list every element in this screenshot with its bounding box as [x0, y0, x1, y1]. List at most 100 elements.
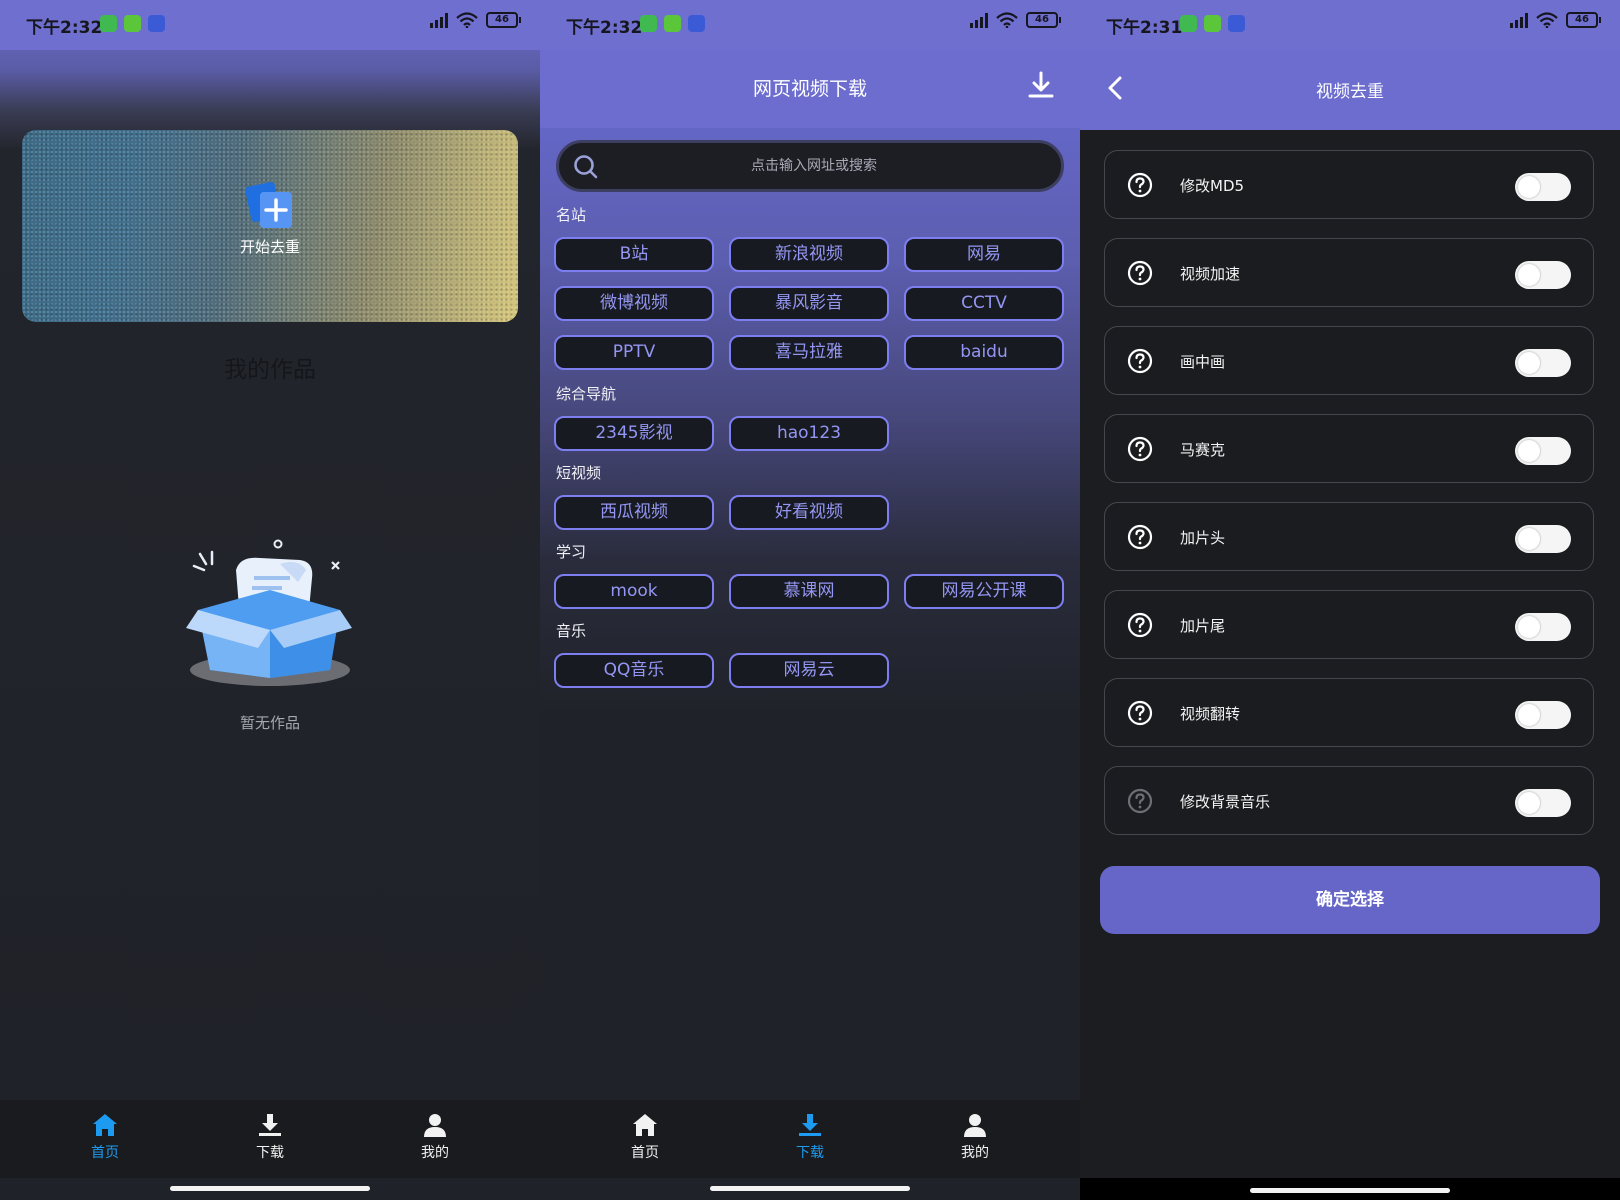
section-title: 名站 [556, 206, 587, 224]
nav-download-label: 下载 [256, 1145, 284, 1161]
site-chip[interactable]: hao123 [729, 416, 889, 451]
site-chip[interactable]: B站 [554, 237, 714, 272]
site-chip[interactable]: 喜马拉雅 [729, 335, 889, 370]
site-chip[interactable]: 慕课网 [729, 574, 889, 609]
nav-me-label: 我的 [421, 1145, 449, 1161]
video-dedup-screen: 下午2:31 46 视频去重 确定选择 修改MD5 视频加速 画中画 马赛克 加片头 加片… [1080, 0, 1620, 1200]
empty-works-text: 暂无作品 [239, 714, 300, 732]
wifi-icon [456, 12, 478, 28]
help-icon[interactable] [1127, 612, 1153, 638]
option-label: 加片头 [1180, 529, 1226, 547]
url-search-input[interactable] [619, 143, 1009, 189]
section-title: 音乐 [556, 622, 587, 640]
option-toggle[interactable] [1515, 437, 1571, 465]
site-chip[interactable]: 网易公开课 [904, 574, 1064, 609]
search-icon [574, 155, 598, 179]
help-icon[interactable] [1127, 260, 1153, 286]
status-time: 下午2:32 [26, 18, 103, 38]
home-indicator[interactable] [170, 1186, 370, 1191]
shield-notification-icon [148, 15, 165, 32]
app-notification-icon [100, 15, 117, 32]
dedup-option-row: 视频翻转 [1104, 678, 1594, 747]
nav-home[interactable]: 首页 [60, 1112, 150, 1162]
download-notification-icon [124, 15, 141, 32]
page-title: 网页视频下载 [752, 78, 867, 100]
dedup-option-row: 加片头 [1104, 502, 1594, 571]
user-icon [964, 1114, 986, 1137]
option-toggle[interactable] [1515, 173, 1571, 201]
wifi-icon [1536, 12, 1558, 28]
option-toggle[interactable] [1515, 613, 1571, 641]
download-icon [799, 1114, 821, 1136]
option-label: 视频翻转 [1180, 705, 1241, 723]
site-chip[interactable]: 网易云 [729, 653, 889, 688]
section-title: 短视频 [556, 464, 602, 482]
app-notification-icon [1180, 15, 1197, 32]
nav-home-label: 首页 [91, 1145, 119, 1161]
option-toggle[interactable] [1515, 525, 1571, 553]
nav-home[interactable]: 首页 [600, 1112, 690, 1162]
site-chip[interactable]: CCTV [904, 286, 1064, 321]
bottom-nav: 首页 下载 我的 [540, 1100, 1080, 1178]
app-notification-icon [640, 15, 657, 32]
option-toggle[interactable] [1515, 349, 1571, 377]
status-time: 下午2:31 [1106, 18, 1183, 38]
battery-icon: 46 [486, 12, 521, 28]
option-label: 修改背景音乐 [1180, 793, 1271, 811]
site-chip[interactable]: QQ音乐 [554, 653, 714, 688]
nav-download[interactable]: 下载 [225, 1112, 315, 1162]
site-chip[interactable]: mook [554, 574, 714, 609]
site-chip[interactable]: 网易 [904, 237, 1064, 272]
option-label: 马赛克 [1180, 441, 1226, 459]
site-chip[interactable]: 新浪视频 [729, 237, 889, 272]
site-chip[interactable]: 西瓜视频 [554, 495, 714, 530]
help-icon[interactable] [1127, 436, 1153, 462]
download-notification-icon [1204, 15, 1221, 32]
site-chip[interactable]: 微博视频 [554, 286, 714, 321]
nav-me[interactable]: 我的 [930, 1112, 1020, 1162]
status-bar: 下午2:32 46 [0, 0, 540, 50]
site-chip[interactable]: PPTV [554, 335, 714, 370]
section-title: 学习 [556, 543, 587, 561]
url-search-bar[interactable] [556, 140, 1064, 192]
help-icon[interactable] [1127, 700, 1153, 726]
user-icon [424, 1114, 446, 1137]
start-dedup-button[interactable]: 开始去重 [230, 180, 310, 257]
site-chip[interactable]: 暴风影音 [729, 286, 889, 321]
option-toggle[interactable] [1515, 701, 1571, 729]
start-dedup-banner[interactable]: 开始去重 [22, 130, 518, 322]
status-time: 下午2:32 [566, 18, 643, 38]
nav-download[interactable]: 下载 [765, 1112, 855, 1162]
help-icon[interactable] [1127, 524, 1153, 550]
download-notification-icon [664, 15, 681, 32]
battery-icon: 46 [1026, 12, 1061, 28]
status-bar: 下午2:31 46 [1080, 0, 1620, 50]
home-icon [633, 1114, 657, 1136]
help-icon[interactable] [1127, 172, 1153, 198]
home-indicator[interactable] [710, 1186, 910, 1191]
nav-home-label: 首页 [631, 1145, 659, 1161]
nav-me[interactable]: 我的 [390, 1112, 480, 1162]
help-icon[interactable] [1127, 348, 1153, 374]
option-toggle[interactable] [1515, 261, 1571, 289]
wifi-icon [996, 12, 1018, 28]
section-title: 综合导航 [556, 385, 617, 403]
confirm-selection-button[interactable]: 确定选择 [1100, 866, 1600, 934]
empty-box-illustration [186, 539, 352, 686]
option-toggle[interactable] [1515, 789, 1571, 817]
help-icon[interactable] [1127, 788, 1153, 814]
dedup-option-row: 画中画 [1104, 326, 1594, 395]
site-chip[interactable]: baidu [904, 335, 1064, 370]
home-indicator[interactable] [1250, 1188, 1450, 1193]
app-header: 网页视频下载 [540, 50, 1080, 128]
start-dedup-label: 开始去重 [239, 238, 300, 256]
site-chip[interactable]: 好看视频 [729, 495, 889, 530]
bottom-nav: 首页 下载 我的 [0, 1100, 540, 1178]
nav-download-label: 下载 [796, 1145, 824, 1161]
app-header: 视频去重 [1080, 50, 1620, 130]
site-chip[interactable]: 2345影视 [554, 416, 714, 451]
dedup-option-row: 加片尾 [1104, 590, 1594, 659]
option-label: 修改MD5 [1180, 177, 1245, 195]
shield-notification-icon [688, 15, 705, 32]
download-icon[interactable] [1026, 70, 1056, 100]
